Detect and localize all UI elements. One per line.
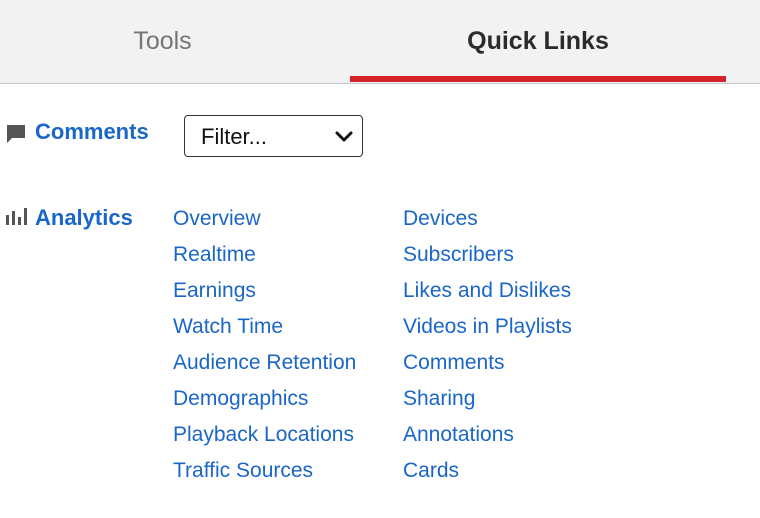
link-devices[interactable]: Devices [403,207,478,230]
active-tab-indicator [350,76,726,82]
link-sharing[interactable]: Sharing [403,387,475,410]
list-item: Overview [173,204,356,240]
link-likes-and-dislikes[interactable]: Likes and Dislikes [403,279,571,302]
list-item: Playback Locations [173,420,356,456]
chevron-down-icon [334,127,354,152]
list-item: Videos in Playlists [403,312,572,348]
link-videos-in-playlists[interactable]: Videos in Playlists [403,315,572,338]
link-cards[interactable]: Cards [403,459,459,482]
list-item: Audience Retention [173,348,356,384]
comment-icon [6,124,26,149]
link-realtime[interactable]: Realtime [173,243,256,266]
list-item: Traffic Sources [173,456,356,492]
bar-chart-icon [6,207,28,232]
analytics-title-link[interactable]: Analytics [35,205,133,231]
list-item: Likes and Dislikes [403,276,572,312]
link-annotations[interactable]: Annotations [403,423,514,446]
list-item: Sharing [403,384,572,420]
link-earnings[interactable]: Earnings [173,279,256,302]
link-playback-locations[interactable]: Playback Locations [173,423,354,446]
analytics-links-left: Overview Realtime Earnings Watch Time Au… [173,204,356,492]
link-comments-analytics[interactable]: Comments [403,351,505,374]
filter-select-value: Filter... [201,124,268,149]
list-item: Annotations [403,420,572,456]
link-demographics[interactable]: Demographics [173,387,308,410]
tab-tools[interactable]: Tools [0,0,325,83]
link-watch-time[interactable]: Watch Time [173,315,283,338]
link-subscribers[interactable]: Subscribers [403,243,514,266]
tab-bar: Tools Quick Links [0,0,760,84]
comments-filter-select[interactable]: Filter... [184,115,363,157]
tab-quick-links[interactable]: Quick Links [350,0,726,83]
link-traffic-sources[interactable]: Traffic Sources [173,459,313,482]
list-item: Demographics [173,384,356,420]
comments-title-link[interactable]: Comments [35,119,149,145]
link-audience-retention[interactable]: Audience Retention [173,351,356,374]
link-overview[interactable]: Overview [173,207,261,230]
list-item: Devices [403,204,572,240]
list-item: Comments [403,348,572,384]
list-item: Cards [403,456,572,492]
list-item: Realtime [173,240,356,276]
analytics-links-right: Devices Subscribers Likes and Dislikes V… [403,204,572,492]
list-item: Earnings [173,276,356,312]
list-item: Watch Time [173,312,356,348]
list-item: Subscribers [403,240,572,276]
